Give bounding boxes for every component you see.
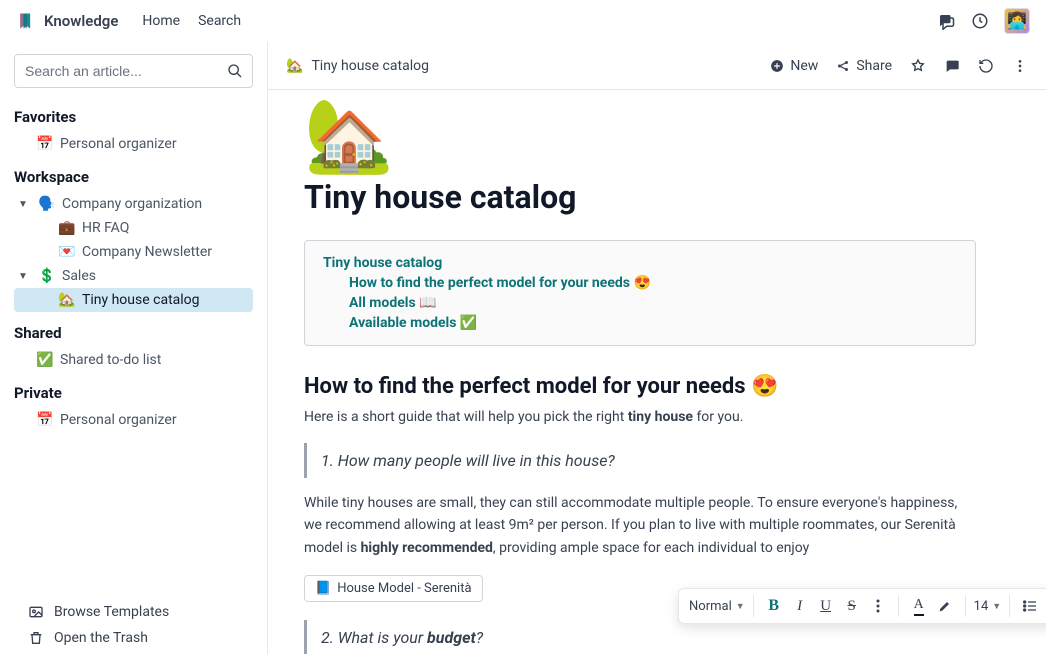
chevron-down-icon: ▼	[736, 601, 745, 612]
history-button[interactable]	[978, 58, 994, 74]
sidebar-item-label: Company Newsletter	[82, 244, 212, 260]
paragraph-space[interactable]: While tiny houses are small, they can st…	[304, 492, 976, 559]
sidebar-item-company-organization[interactable]: ▼ 🗣️ Company organization	[14, 192, 253, 216]
underline-button[interactable]: U	[814, 593, 838, 619]
strike-button[interactable]: S	[840, 593, 864, 619]
sidebar: Favorites 📅 Personal organizer Workspace…	[0, 42, 268, 654]
open-trash-label: Open the Trash	[54, 630, 148, 646]
sidebar-item-company-newsletter[interactable]: 💌 Company Newsletter	[14, 240, 253, 264]
plus-circle-icon	[770, 59, 784, 73]
breadcrumb[interactable]: 🏡 Tiny house catalog	[286, 58, 429, 74]
sidebar-item-label: Shared to-do list	[60, 352, 161, 368]
sidebar-item-sales[interactable]: ▼ 💲 Sales	[14, 264, 253, 288]
bullet-list-button[interactable]	[1018, 593, 1042, 619]
sidebar-item-label: Personal organizer	[60, 412, 177, 428]
nav-home[interactable]: Home	[142, 13, 180, 29]
workspace-heading: Workspace	[14, 168, 253, 186]
browse-templates-label: Browse Templates	[54, 604, 169, 620]
brand-label: Knowledge	[44, 12, 118, 30]
section-title-how-to-find[interactable]: How to find the perfect model for your n…	[304, 374, 976, 399]
doc-hero-icon[interactable]: 🏡	[304, 100, 976, 172]
sidebar-item-label: HR FAQ	[82, 220, 129, 236]
bold-button[interactable]: B	[762, 593, 786, 619]
calendar-icon: 📅	[36, 412, 54, 428]
toc-root[interactable]: Tiny house catalog	[323, 255, 957, 271]
text-more-button[interactable]	[866, 593, 890, 619]
new-button[interactable]: New	[770, 58, 818, 74]
sidebar-item-label: Company organization	[62, 196, 202, 212]
briefcase-icon: 💼	[58, 220, 76, 236]
speaking-icon: 🗣️	[38, 196, 56, 212]
shared-heading: Shared	[14, 324, 253, 342]
toc-item-all-models[interactable]: All models 📖	[349, 295, 957, 311]
toc-item-available-models[interactable]: Available models ✅	[349, 315, 957, 331]
question-1[interactable]: 1. How many people will live in this hou…	[304, 443, 976, 478]
toc-item-how-to-find[interactable]: How to find the perfect model for your n…	[349, 275, 957, 291]
share-button[interactable]: Share	[836, 58, 892, 74]
topnav: Home Search	[142, 13, 241, 29]
sidebar-item-personal-organizer-private[interactable]: 📅 Personal organizer	[14, 408, 253, 432]
chat-button[interactable]	[944, 58, 960, 74]
text-color-button[interactable]: A	[907, 593, 931, 619]
main: 🏡 Tiny house catalog New Share	[268, 42, 1046, 654]
sidebar-item-label: Personal organizer	[60, 136, 177, 152]
browse-templates-button[interactable]: Browse Templates	[14, 604, 253, 620]
image-icon	[28, 604, 44, 620]
topbar: Knowledge Home Search 👩‍💻	[0, 0, 1046, 42]
sidebar-item-shared-todo[interactable]: ✅ Shared to-do list	[14, 348, 253, 372]
sidebar-item-personal-organizer[interactable]: 📅 Personal organizer	[14, 132, 253, 156]
private-heading: Private	[14, 384, 253, 402]
chevron-down-icon: ▼	[992, 601, 1001, 612]
sidebar-item-label: Tiny house catalog	[82, 292, 200, 308]
love-letter-icon: 💌	[58, 244, 76, 260]
toc-box: Tiny house catalog How to find the perfe…	[304, 240, 976, 346]
question-2[interactable]: 2. What is your budget?	[304, 620, 976, 654]
doc-header: 🏡 Tiny house catalog New Share	[268, 42, 1046, 90]
italic-button[interactable]: I	[788, 593, 812, 619]
messages-icon[interactable]	[936, 11, 956, 31]
favorite-button[interactable]	[910, 58, 926, 74]
sidebar-item-hr-faq[interactable]: 💼 HR FAQ	[14, 216, 253, 240]
caret-down-icon[interactable]: ▼	[18, 271, 28, 282]
search-icon[interactable]	[227, 63, 243, 79]
trash-icon	[28, 630, 44, 646]
sidebar-item-tiny-house-catalog[interactable]: 🏡 Tiny house catalog	[14, 288, 253, 312]
avatar[interactable]: 👩‍💻	[1004, 8, 1030, 34]
brand-icon	[16, 11, 36, 31]
font-size-select[interactable]: 14▼	[970, 599, 1006, 614]
book-icon: 📘	[315, 581, 331, 596]
share-icon	[836, 59, 850, 73]
text-toolbar: Normal▼ B I U S A 14▼	[678, 588, 1046, 624]
new-label: New	[790, 58, 818, 74]
doc-title[interactable]: Tiny house catalog	[304, 178, 976, 216]
doc-body: 🏡 Tiny house catalog Tiny house catalog …	[268, 90, 1046, 654]
sidebar-item-label: Sales	[62, 268, 96, 284]
house-icon: 🏡	[286, 58, 303, 74]
dollar-icon: 💲	[38, 268, 56, 284]
house-model-chip[interactable]: 📘 House Model - Serenità	[304, 575, 483, 602]
highlight-button[interactable]	[933, 593, 957, 619]
favorites-heading: Favorites	[14, 108, 253, 126]
style-select[interactable]: Normal▼	[685, 599, 749, 614]
check-icon: ✅	[36, 352, 54, 368]
open-trash-button[interactable]: Open the Trash	[14, 630, 253, 646]
calendar-icon: 📅	[36, 136, 54, 152]
breadcrumb-label: Tiny house catalog	[311, 58, 429, 74]
section-description[interactable]: Here is a short guide that will help you…	[304, 409, 976, 425]
house-icon: 🏡	[58, 292, 76, 308]
activity-icon[interactable]	[970, 11, 990, 31]
chip-label: House Model - Serenità	[337, 581, 471, 596]
search-input[interactable]	[14, 54, 253, 88]
share-label: Share	[856, 58, 892, 74]
nav-search[interactable]: Search	[198, 13, 241, 29]
more-button[interactable]	[1012, 58, 1028, 74]
caret-down-icon[interactable]: ▼	[18, 199, 28, 210]
search-box	[14, 54, 253, 88]
brand[interactable]: Knowledge	[16, 11, 118, 31]
